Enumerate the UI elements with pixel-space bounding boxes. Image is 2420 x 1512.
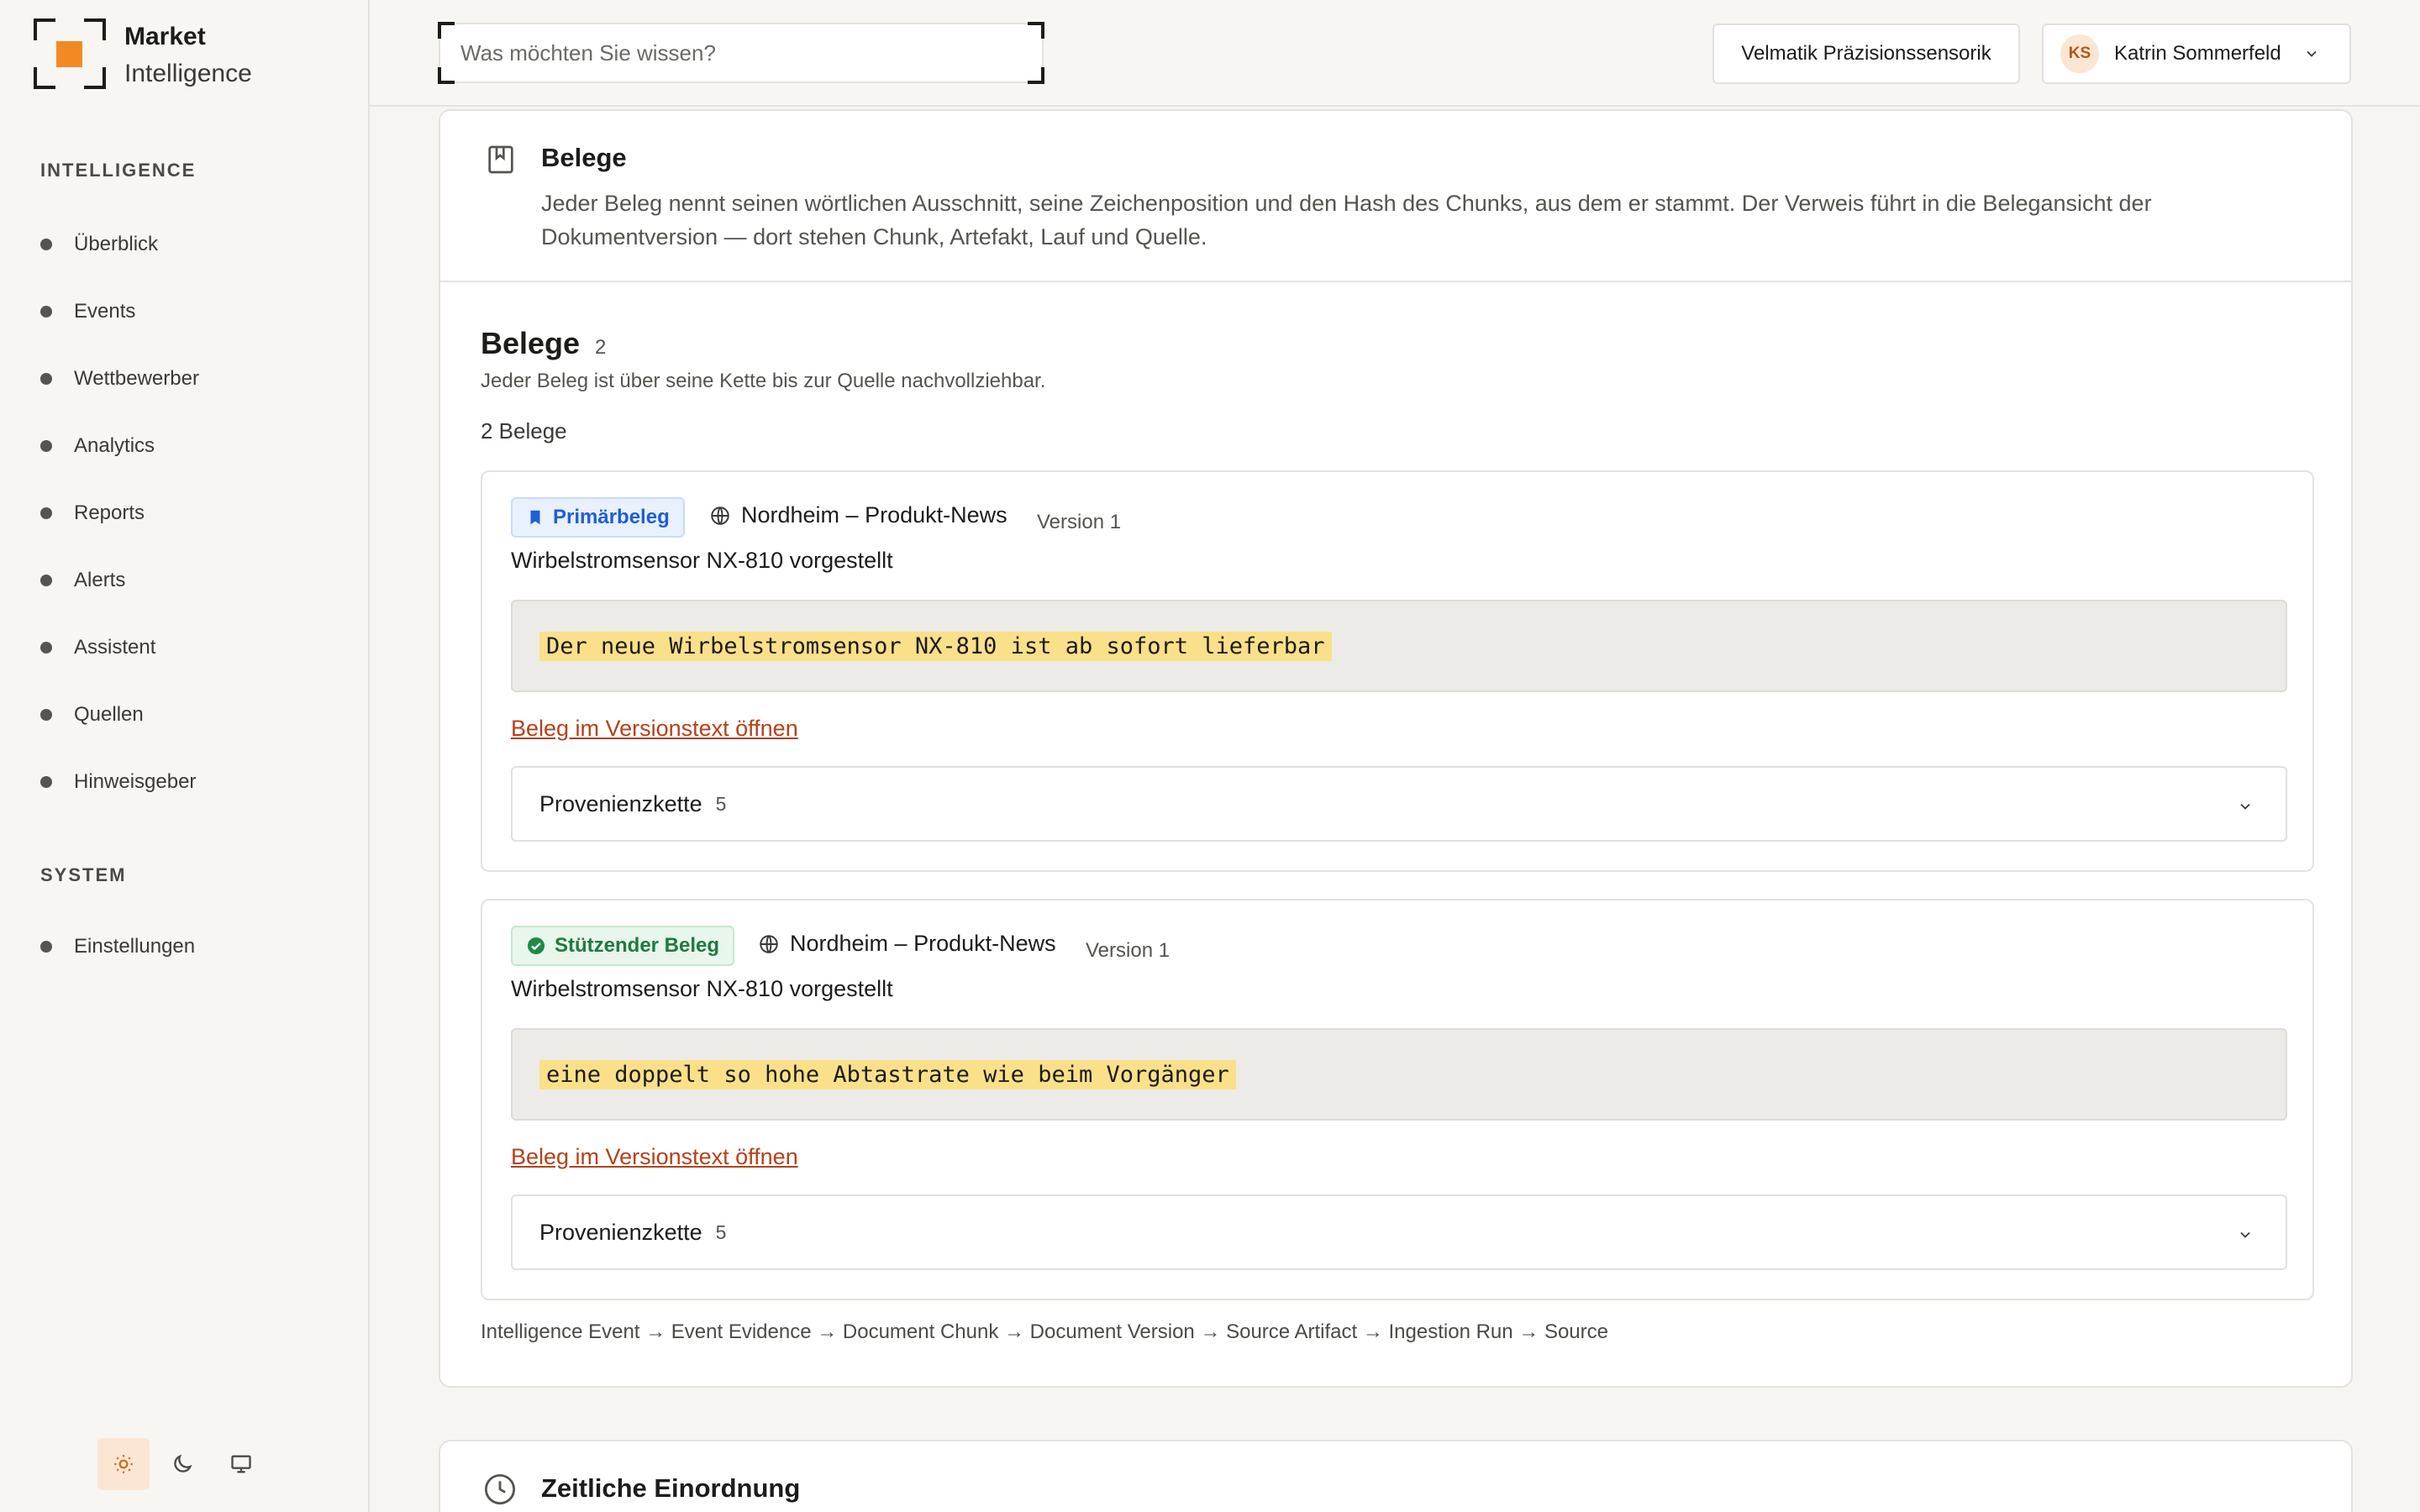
- section-count: 2: [595, 336, 607, 359]
- sun-icon: [114, 1455, 133, 1473]
- source-label: Nordheim – Produkt-News: [709, 502, 1007, 528]
- sidebar-item-label: Einstellungen: [74, 935, 196, 958]
- section-subtitle: Jeder Beleg ist über seine Kette bis zur…: [481, 370, 1046, 392]
- evidence-item: Stützender Beleg Nordheim – Produkt-News…: [481, 899, 2314, 1300]
- clock-icon: [484, 1473, 516, 1505]
- search-box[interactable]: [438, 22, 1044, 84]
- theme-switch: [97, 1438, 267, 1490]
- provenance-count: 5: [715, 792, 727, 815]
- provenance-label: Provenienzkette: [539, 790, 702, 816]
- sidebar-item-alerts[interactable]: Alerts: [40, 564, 125, 597]
- check-circle-icon: [528, 937, 544, 954]
- bullet-icon: [40, 642, 52, 654]
- sidebar-item-label: Quellen: [74, 703, 144, 726]
- provenance-count: 5: [715, 1221, 727, 1243]
- brand-name[interactable]: Market Intelligence: [124, 18, 252, 92]
- sidebar-item-label: Reports: [74, 501, 145, 524]
- chevron-down-icon: [2307, 50, 2317, 57]
- bullet-icon: [40, 440, 52, 452]
- monitor-icon: [231, 1455, 251, 1473]
- sidebar-item-assistent[interactable]: Assistent: [40, 631, 155, 664]
- company-button[interactable]: Velmatik Präzisionssensorik: [1712, 24, 2020, 84]
- sidebar-item-label: Analytics: [74, 434, 155, 457]
- provenance-chain-text: Intelligence Event → Event Evidence → Do…: [481, 1320, 1608, 1343]
- open-evidence-link[interactable]: Beleg im Versionstext öffnen: [511, 1144, 798, 1170]
- moon-icon: [174, 1454, 192, 1473]
- badge-label: Primärbeleg: [553, 506, 670, 528]
- version-label: Version 1: [1086, 939, 1171, 962]
- quote-text: Der neue Wirbelstromsensor NX-810 ist ab…: [539, 631, 1332, 661]
- provenance-chain-toggle[interactable]: Provenienzkette 5: [511, 766, 2287, 842]
- bookmark-book-icon: [488, 145, 513, 174]
- globe-icon: [760, 934, 778, 953]
- status-badge: Stützender Beleg: [511, 926, 735, 966]
- bullet-icon: [40, 373, 52, 385]
- sidebar-item-label: Alerts: [74, 569, 126, 591]
- logo[interactable]: [34, 18, 106, 89]
- sidebar-item-einstellungen[interactable]: Einstellungen: [40, 930, 195, 963]
- provenance-label: Provenienzkette: [539, 1219, 702, 1245]
- sidebar-item-label: Hinweisgeber: [74, 770, 197, 793]
- evidence-card: Belege Jeder Beleg nennt seinen wörtlich…: [439, 109, 2353, 1388]
- user-name: Katrin Sommerfeld: [2114, 42, 2281, 65]
- version-label: Version 1: [1037, 511, 1122, 533]
- source-name: Nordheim – Produkt-News: [790, 931, 1056, 956]
- provenance-chain-toggle[interactable]: Provenienzkette 5: [511, 1194, 2287, 1270]
- nav-section-intelligence: INTELLIGENCE: [40, 160, 197, 181]
- bullet-icon: [40, 306, 52, 318]
- sidebar-item-label: Assistent: [74, 636, 156, 659]
- badge-label: Stützender Beleg: [555, 934, 720, 957]
- search-input[interactable]: [460, 24, 1023, 81]
- sidebar-item-label: Events: [74, 300, 136, 323]
- sidebar-item-analytics[interactable]: Analytics: [40, 429, 155, 463]
- nav-section-system: SYSTEM: [40, 864, 127, 885]
- card-description: Jeder Beleg nennt seinen wörtlichen Auss…: [541, 191, 2152, 249]
- theme-light-button[interactable]: [97, 1438, 150, 1490]
- evidence-quote: Der neue Wirbelstromsensor NX-810 ist ab…: [511, 600, 2287, 692]
- evidence-title: Wirbelstromsensor NX-810 vorgestellt: [511, 976, 893, 1001]
- bullet-icon: [40, 709, 52, 721]
- bullet-icon: [40, 507, 52, 519]
- evidence-total: 2 Belege: [481, 418, 567, 444]
- card-title: Zeitliche Einordnung: [541, 1473, 801, 1503]
- brand-line-1: Market: [124, 23, 206, 50]
- chevron-down-icon: [2240, 803, 2250, 810]
- section-title: Belege: [481, 326, 581, 360]
- user-menu-button[interactable]: KS Katrin Sommerfeld: [2042, 24, 2351, 84]
- evidence-item: Primärbeleg Nordheim – Produkt-News Vers…: [481, 470, 2314, 872]
- source-name: Nordheim – Produkt-News: [741, 502, 1007, 528]
- sidebar-item-label: Wettbewerber: [74, 367, 199, 390]
- evidence-card-header: Belege Jeder Beleg nennt seinen wörtlich…: [440, 111, 2351, 282]
- globe-icon: [711, 506, 729, 525]
- sidebar-item-quellen[interactable]: Quellen: [40, 698, 144, 732]
- bullet-icon: [40, 776, 52, 788]
- chevron-down-icon: [2240, 1231, 2250, 1238]
- status-badge: Primärbeleg: [511, 497, 685, 538]
- sidebar-item-events[interactable]: Events: [40, 295, 135, 328]
- sidebar-item-label: Überblick: [74, 233, 159, 255]
- sidebar-item-reports[interactable]: Reports: [40, 496, 145, 530]
- bullet-icon: [40, 575, 52, 586]
- evidence-title: Wirbelstromsensor NX-810 vorgestellt: [511, 548, 893, 573]
- theme-dark-button[interactable]: [156, 1438, 208, 1490]
- avatar: KS: [2060, 34, 2099, 73]
- sidebar-item-wettbewerber[interactable]: Wettbewerber: [40, 362, 199, 396]
- quote-text: eine doppelt so hohe Abtastrate wie beim…: [539, 1059, 1236, 1089]
- sidebar-item-hinweisgeber[interactable]: Hinweisgeber: [40, 765, 196, 799]
- timeline-card: Zeitliche Einordnung: [439, 1440, 2353, 1512]
- theme-system-button[interactable]: [215, 1438, 267, 1490]
- bullet-icon: [40, 239, 52, 250]
- card-title: Belege: [541, 143, 627, 172]
- brand-line-2: Intelligence: [124, 60, 252, 87]
- bookmark-icon: [530, 510, 540, 525]
- source-label: Nordheim – Produkt-News: [758, 931, 1056, 957]
- sidebar-item-ueberblick[interactable]: Überblick: [40, 228, 158, 261]
- open-evidence-link[interactable]: Beleg im Versionstext öffnen: [511, 716, 798, 742]
- top-header: Velmatik Präzisionssensorik KS Katrin So…: [370, 0, 2420, 107]
- sidebar: Market Intelligence INTELLIGENCE Überbli…: [0, 0, 370, 1512]
- bullet-icon: [40, 941, 52, 953]
- evidence-quote: eine doppelt so hohe Abtastrate wie beim…: [511, 1028, 2287, 1121]
